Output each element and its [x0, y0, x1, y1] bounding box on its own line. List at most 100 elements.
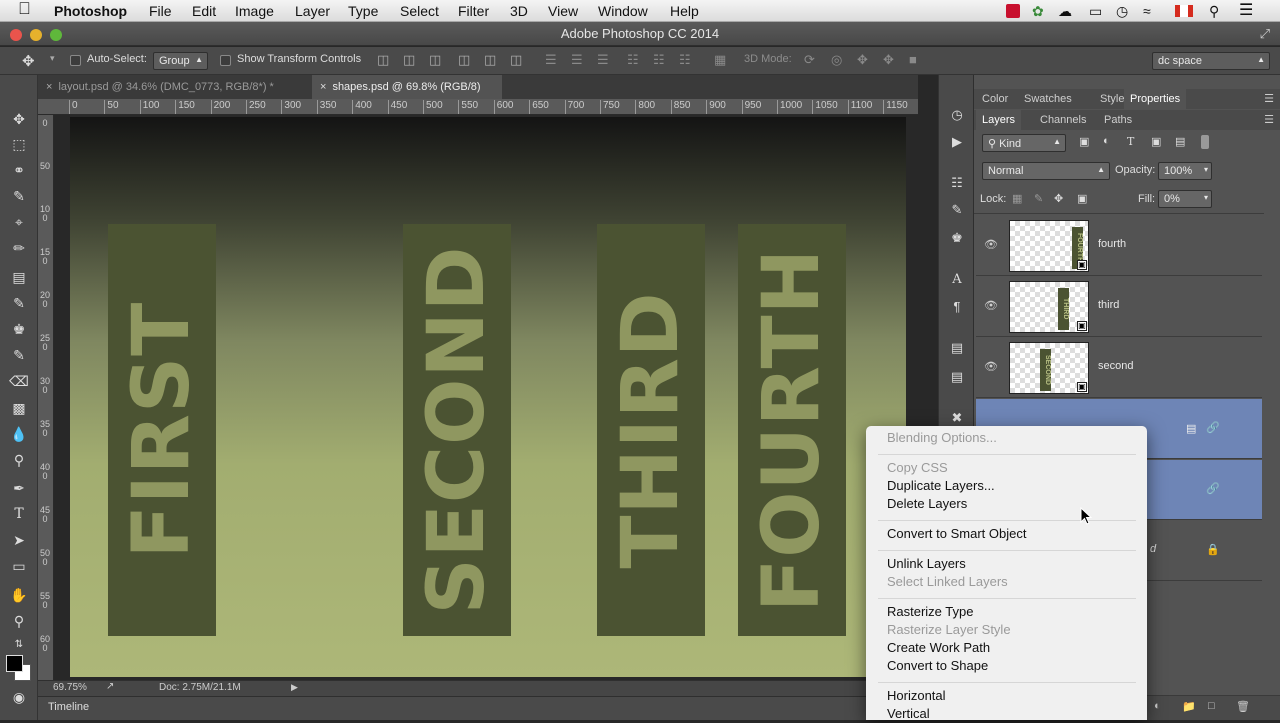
visibility-eye-icon[interactable]: 👁	[984, 360, 1000, 374]
pen-tool-icon[interactable]: ✒	[9, 478, 29, 498]
distribute-left-icon[interactable]: ☷	[627, 52, 639, 68]
notifications-icon[interactable]: ☰	[1239, 2, 1253, 20]
menu-select[interactable]: Select	[400, 2, 439, 20]
lock-all-icon[interactable]: ▣	[1077, 192, 1087, 205]
layer-row[interactable]: 👁 SECOND ▣ second	[976, 338, 1262, 398]
distribute-hcenter-icon[interactable]: ☷	[653, 52, 665, 68]
menu-blending-options[interactable]: Blending Options...	[887, 429, 997, 447]
menu-layer[interactable]: Layer	[295, 2, 330, 20]
workspace-dropdown[interactable]: dc space ▲	[1152, 52, 1270, 70]
visibility-eye-icon[interactable]: 👁	[984, 238, 1000, 252]
dodge-tool-icon[interactable]: ⚲	[9, 450, 29, 470]
foreground-color-swatch[interactable]	[6, 655, 23, 672]
status-screen-icon[interactable]: ▭	[1089, 2, 1102, 20]
3d-roll-icon[interactable]: ◎	[831, 52, 842, 68]
tab-paths[interactable]: Paths	[1098, 110, 1138, 130]
menu-3d[interactable]: 3D	[510, 2, 528, 20]
wifi-icon[interactable]: ≈	[1143, 2, 1151, 20]
chevron-down-icon[interactable]: ▾	[50, 53, 55, 64]
filter-adjustment-icon[interactable]: ◐	[1103, 135, 1110, 147]
history-brush-tool-icon[interactable]: ✎	[9, 345, 29, 365]
align-left-icon[interactable]: ◫	[458, 52, 470, 68]
share-icon[interactable]: ↗	[106, 681, 114, 692]
align-hcenter-icon[interactable]: ◫	[484, 52, 496, 68]
swap-colors-icon[interactable]: ⇅	[9, 635, 29, 655]
new-group-icon[interactable]: 📁	[1182, 700, 1196, 713]
notes-icon[interactable]: ▤	[947, 367, 967, 387]
3d-slide-icon[interactable]: ✥	[883, 52, 894, 68]
close-tab-icon[interactable]: ×	[46, 81, 52, 93]
adjustment-layer-icon[interactable]: ◐	[1154, 700, 1161, 712]
timeline-tab[interactable]: Timeline	[48, 701, 89, 713]
canvas-area[interactable]: FIRST SECOND THIRD FOURTH	[54, 115, 918, 680]
menu-image[interactable]: Image	[235, 2, 274, 20]
layer-name[interactable]: fourth	[1098, 238, 1126, 250]
filter-pixel-icon[interactable]: ▣	[1079, 135, 1089, 148]
menu-view[interactable]: View	[548, 2, 578, 20]
quick-mask-icon[interactable]: ◉	[9, 687, 29, 707]
status-cloud-icon[interactable]: ☁	[1058, 2, 1072, 20]
rectangle-tool-icon[interactable]: ▭	[9, 556, 29, 576]
opacity-input[interactable]: 100% ▾	[1158, 162, 1212, 180]
gradient-tool-icon[interactable]: ▩	[9, 398, 29, 418]
menu-unlink-layers[interactable]: Unlink Layers	[887, 555, 966, 573]
eyedropper-tool-icon[interactable]: ✏	[9, 238, 29, 258]
lasso-tool-icon[interactable]: ⚭	[9, 160, 29, 180]
move-tool-icon[interactable]: ✥	[9, 109, 29, 129]
distribute-bottom-icon[interactable]: ☰	[597, 52, 609, 68]
move-tool-preset-icon[interactable]: ✥	[22, 52, 35, 70]
show-transform-checkbox[interactable]	[220, 55, 231, 66]
lock-position-icon[interactable]: ✥	[1054, 192, 1063, 205]
auto-align-icon[interactable]: ▦	[714, 52, 726, 68]
layer-row[interactable]: 👁 THIRD ▣ third	[976, 277, 1262, 337]
close-window-button[interactable]	[10, 29, 22, 41]
menu-rasterize-style[interactable]: Rasterize Layer Style	[887, 621, 1011, 639]
status-timemachine-icon[interactable]: ◷	[1116, 2, 1128, 20]
eraser-tool-icon[interactable]: ⌫	[9, 371, 29, 391]
distribute-right-icon[interactable]: ☷	[679, 52, 691, 68]
blend-mode-dropdown[interactable]: Normal ▲	[982, 162, 1110, 180]
filter-type-icon[interactable]: T	[1127, 135, 1134, 148]
flag-icon[interactable]	[1175, 5, 1193, 17]
brush-presets-icon[interactable]: ✎	[947, 200, 967, 220]
align-right-icon[interactable]: ◫	[510, 52, 522, 68]
tab-color[interactable]: Color	[976, 89, 1014, 109]
menu-convert-to-shape[interactable]: Convert to Shape	[887, 657, 988, 675]
filter-smartobject-icon[interactable]: ▤	[1175, 135, 1185, 148]
layer-comps-icon[interactable]: ▤	[947, 338, 967, 358]
filter-kind-dropdown[interactable]: ⚲ Kind ▲	[982, 134, 1066, 152]
distribute-top-icon[interactable]: ☰	[545, 52, 557, 68]
link-icon[interactable]: 🔗	[1206, 421, 1220, 434]
layer-thumbnail[interactable]: SECOND ▣	[1009, 342, 1089, 394]
apple-icon[interactable]: 	[18, 0, 31, 18]
panel-menu-icon[interactable]: ☰	[1264, 92, 1274, 105]
fill-input[interactable]: 0% ▾	[1158, 190, 1212, 208]
3d-scale-icon[interactable]: ■	[909, 52, 917, 67]
close-tab-icon[interactable]: ×	[320, 81, 326, 93]
tab-swatches[interactable]: Swatches	[1018, 89, 1078, 109]
lock-icon[interactable]: 🔒	[1206, 543, 1220, 556]
paragraph-icon[interactable]: ¶	[947, 297, 967, 317]
hand-tool-icon[interactable]: ✋	[9, 585, 29, 605]
link-icon[interactable]: 🔗	[1206, 482, 1220, 495]
shape-fourth[interactable]: FOURTH	[738, 224, 846, 636]
document-canvas[interactable]: FIRST SECOND THIRD FOURTH	[70, 117, 906, 677]
menu-horizontal[interactable]: Horizontal	[887, 687, 946, 705]
lock-transparent-icon[interactable]: ▦	[1012, 192, 1022, 205]
menu-copy-css[interactable]: Copy CSS	[887, 459, 948, 477]
align-bottom-icon[interactable]: ◫	[429, 52, 441, 68]
type-tool-icon[interactable]: T	[9, 504, 29, 524]
menu-window[interactable]: Window	[598, 2, 648, 20]
zoom-level[interactable]: 69.75%	[53, 682, 87, 693]
layer-name[interactable]: second	[1098, 360, 1133, 372]
shape-third[interactable]: THIRD	[597, 224, 705, 636]
layers-panel-menu-icon[interactable]: ☰	[1264, 113, 1274, 126]
layer-thumbnail[interactable]: FOURTH ▣	[1009, 220, 1089, 272]
tab-layout-psd[interactable]: × layout.psd @ 34.6% (DMC_0773, RGB/8*) *	[38, 75, 310, 99]
align-top-icon[interactable]: ◫	[377, 52, 389, 68]
status-menu-arrow-icon[interactable]: ▶	[291, 682, 298, 693]
tab-layers[interactable]: Layers	[976, 110, 1022, 130]
adjustments-icon[interactable]: ☷	[947, 173, 967, 193]
spotlight-search-icon[interactable]: ⚲	[1209, 2, 1219, 20]
menu-convert-smart-object[interactable]: Convert to Smart Object	[887, 525, 1026, 543]
